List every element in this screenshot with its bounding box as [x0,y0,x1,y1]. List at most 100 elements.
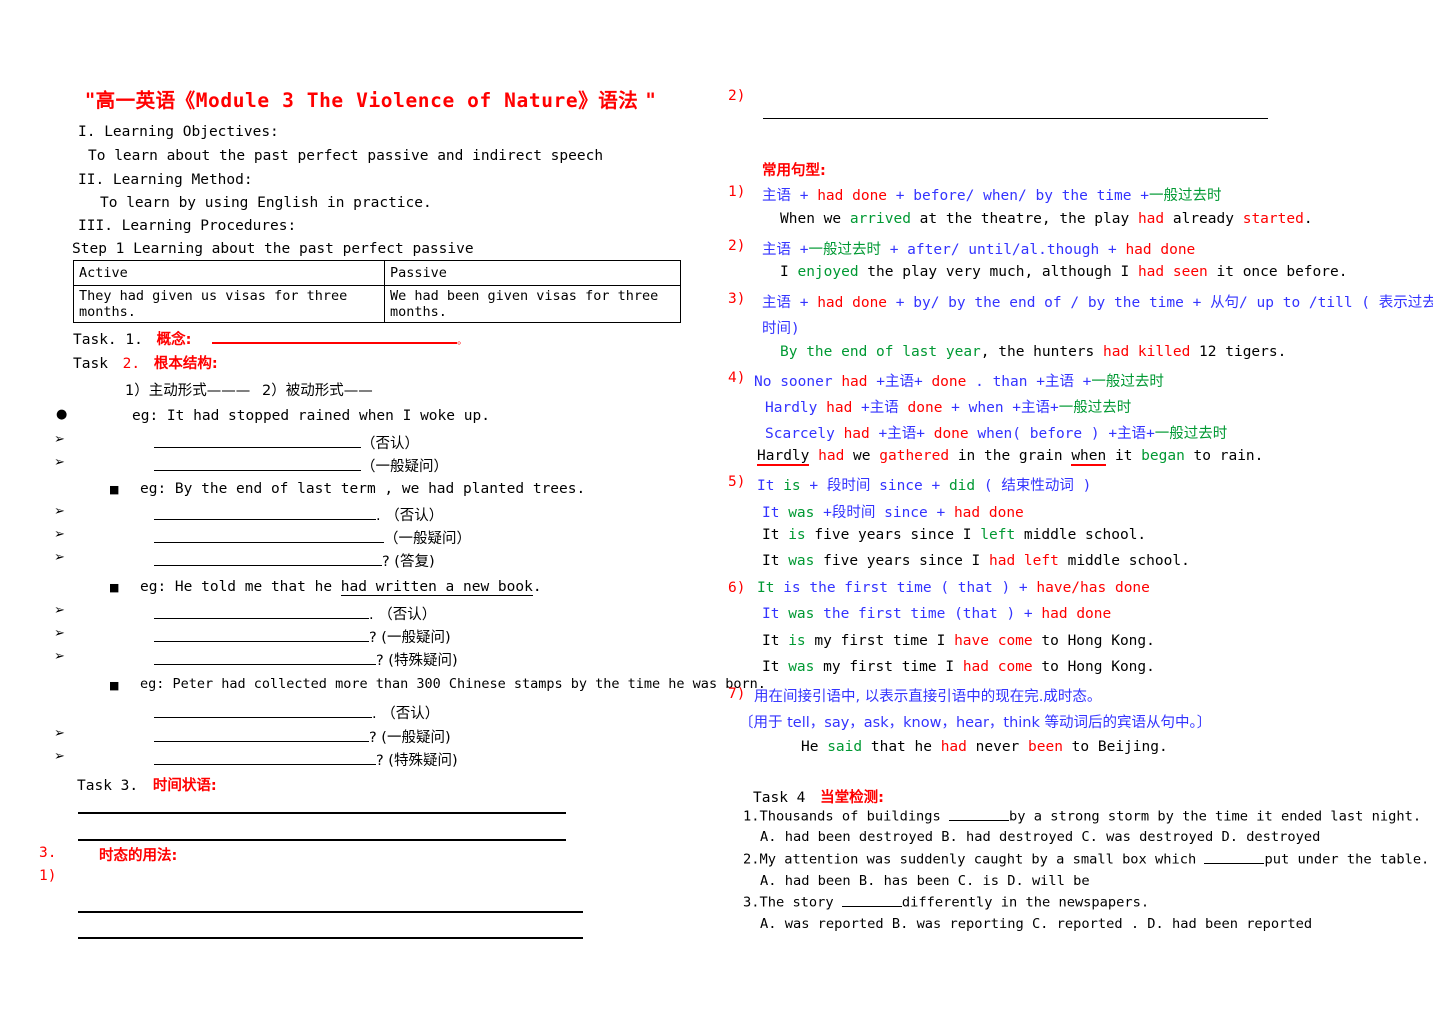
example-3-prefix: eg: He told me that he [140,579,341,595]
pattern-part: Scarcely [765,426,844,442]
pattern-4-example: Hardly had we gathered in the grain when… [757,448,1263,466]
answer-blank[interactable] [154,434,361,448]
ex-part: It [762,633,789,649]
pattern-part: + [867,374,885,390]
square-bullet-icon: ■ [109,581,120,594]
ex-part: It [762,527,789,543]
question-3-options[interactable]: A. was reported B. was reporting C. repo… [760,916,1312,932]
answer-blank[interactable] [154,529,384,543]
ex-part: enjoyed [797,264,859,280]
pattern-4-alt-hardly: Hardly had +主语 done + when +主语+一般过去时 [765,396,1131,417]
pattern-6-example-2: It was my first time I had come to Hong … [762,659,1155,675]
pattern-part: is the first time ( that ) [783,580,1011,596]
example-3-text: eg: He told me that he had written a new… [140,579,542,596]
answer-blank[interactable] [154,751,376,765]
answer-blank[interactable] [154,457,361,471]
task1-answer-blank[interactable] [212,329,458,344]
pattern-part: ( 结束性动词 ) [975,478,1092,494]
pattern-part: + [1015,606,1042,622]
answer-blank[interactable] [154,651,376,665]
task3-label: Task 3. [77,778,139,794]
ex-part: my first time I [814,659,963,675]
answer-blank[interactable] [154,628,369,642]
pattern-3-formula-cont: 时间) [762,321,800,337]
section3-title: 时态的用法: [99,848,178,864]
task3-title: 时间状语: [152,778,217,794]
task1-title: 概念: [156,332,192,348]
task3-answer-line-2[interactable] [78,839,566,841]
answer-blank[interactable] [154,605,369,619]
pattern-part: since + [875,505,954,521]
pattern-part: 一般过去时 [1091,374,1164,390]
example-3-suffix: . [532,579,542,595]
arrow-bullet-icon: ➢ [54,603,65,618]
task4-label: Task 4 [753,790,806,806]
pattern-part: 段时间 [826,478,871,494]
ex-part: to Beijing. [1062,739,1168,755]
ex-part: It [762,659,789,675]
pattern-part: had [841,374,868,390]
pattern-part: + [791,295,818,311]
right-item2-answer-line[interactable] [763,118,1268,119]
pattern-part: + [800,478,827,494]
pattern-7-note: 〔用于 tell，say，ask，know，hear，think 等动词后的宾语… [739,715,1212,731]
question-3-blank[interactable] [841,894,902,907]
question-1-blank[interactable] [949,808,1010,821]
pattern-part: + [1010,580,1037,596]
pattern-part: + [880,242,908,258]
example-4-answer-negative: . （否认） [154,702,439,723]
question-stem-prefix: My attention was suddenly caught by a sm… [759,851,1205,868]
example-2-answer-negative: . （否认） [154,504,443,525]
pattern-part: 主语 [869,400,899,416]
answer-hint: （否认） [361,436,419,452]
pattern-3-formula: 主语 + had done + by/ by the end of / by t… [762,291,1433,312]
ex-part: had [940,739,967,755]
pattern-part: had [826,400,853,416]
question-1-options[interactable]: A. had been destroyed B. had destroyed C… [760,829,1320,845]
pattern-1-example: When we arrived at the theatre, the play… [780,211,1313,227]
pattern-part: 主语 [762,188,791,204]
title-quote-close: " [645,89,657,112]
question-2-blank[interactable] [1204,851,1265,864]
example-2-text: eg: By the end of last term , we had pla… [140,481,586,497]
pattern-part: It [762,606,789,622]
answer-blank[interactable] [154,728,369,742]
ex-part: had [1137,211,1165,227]
pattern-part: had done [1041,606,1112,622]
pattern-2-formula: 主语 +一般过去时 + after/ until/al.though + had… [762,238,1195,259]
ex-part: It [762,553,789,569]
document-page: "高一英语《Module 3 The Violence of Nature》语法… [0,0,1433,1011]
section3-answer-line-1[interactable] [78,911,583,913]
ex-part: middle school. [1058,553,1190,569]
pattern-part: + [913,374,932,390]
ex-part: to Hong Kong. [1032,633,1155,649]
ex-part: to Hong Kong. [1032,659,1155,675]
pattern-part: done [907,400,943,416]
section3-answer-line-2[interactable] [78,937,583,939]
pattern-1-formula: 主语 + had done + before/ when/ by the tim… [762,184,1221,205]
pattern-part: when( [968,426,1030,442]
question-2-options[interactable]: A. had been B. has been C. is D. will be [760,873,1090,889]
ex-part: my first time I [805,633,955,649]
pattern-part: + [1131,188,1149,204]
pattern-part: 主语 [762,242,791,258]
ex-part: He [801,739,828,755]
example-4-answer-question: ? (一般疑问) [154,726,451,747]
task3-answer-line-1[interactable] [78,812,566,814]
pattern-2-example: I enjoyed the play very much, although I… [780,264,1347,280]
pattern-7-description: 用在间接引语中, 以表示直接引语中的现在完.成时态。 [754,689,1102,705]
arrow-bullet-icon: ➢ [54,749,65,764]
ex-part: 12 tigers. [1190,344,1287,360]
question-number: 3. [743,894,760,911]
answer-blank[interactable] [154,552,382,566]
ex-part: we [844,448,880,464]
answer-blank[interactable] [154,704,372,718]
ex-part: arrived [849,211,911,227]
pattern-part: had done [953,505,1024,521]
ex-part: had seen [1137,264,1208,280]
answer-hint: ? (特殊疑问) [376,653,458,669]
pattern-part: had [843,426,870,442]
pattern-part: 主语 [1044,374,1074,390]
answer-blank[interactable] [154,506,376,520]
table-header-active: Active [73,260,385,286]
